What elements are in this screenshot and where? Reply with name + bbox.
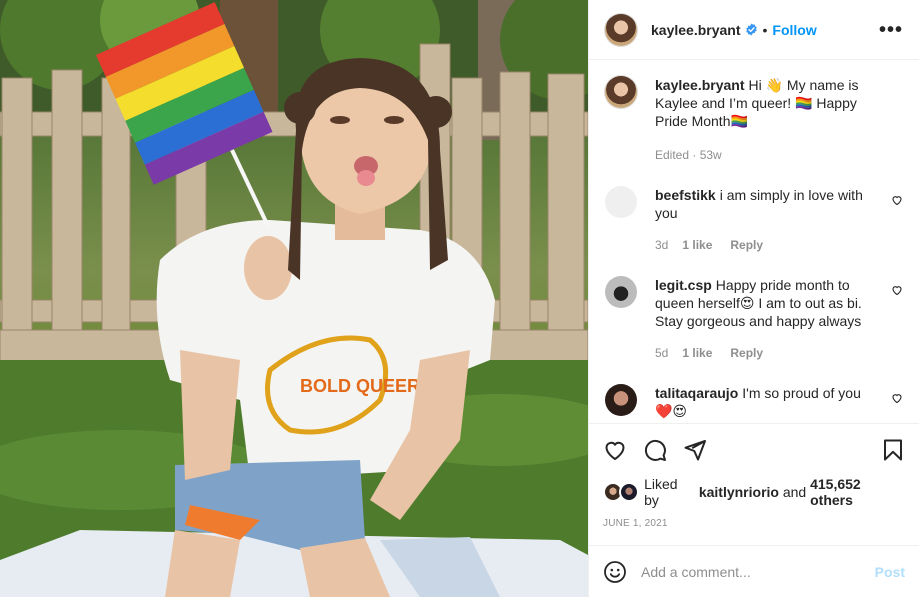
comment-likes[interactable]: 1 like <box>682 344 712 362</box>
post-comment-button[interactable]: Post <box>875 564 905 580</box>
caption-author[interactable]: kaylee.bryant <box>655 77 745 93</box>
author-username[interactable]: kaylee.bryant <box>651 22 741 38</box>
smiley-icon[interactable] <box>603 560 627 584</box>
comment-like-heart-icon[interactable] <box>891 194 903 206</box>
commenter-avatar[interactable] <box>605 276 637 308</box>
liker-avatars <box>603 482 640 502</box>
likes-count[interactable]: 415,652 others <box>810 476 905 508</box>
comment-item: talitaqaraujo I'm so proud of you ❤️😍 <box>605 384 903 420</box>
post-dialog: BOLD QUEER kaylee.bryant • Follow ••• ka… <box>0 0 919 597</box>
commenter-avatar[interactable] <box>605 186 637 218</box>
action-icons <box>603 436 905 464</box>
comment-item: beefstikk i am simply in love with you 3d… <box>605 186 903 254</box>
post-photo[interactable]: BOLD QUEER <box>0 0 588 597</box>
paper-plane-icon[interactable] <box>683 438 707 462</box>
comment-input[interactable] <box>641 563 875 580</box>
caption-author-avatar[interactable] <box>605 76 637 108</box>
comment-meta: 3d 1 like Reply <box>655 236 881 254</box>
comment-meta: 5d 1 like Reply <box>655 344 881 362</box>
commenter-username[interactable]: talitaqaraujo <box>655 385 738 401</box>
heart-icon[interactable] <box>603 438 627 462</box>
post-side-panel: kaylee.bryant • Follow ••• kaylee.bryant… <box>588 0 919 597</box>
post-header: kaylee.bryant • Follow ••• <box>589 0 919 60</box>
comment-age: 5d <box>655 346 669 360</box>
follow-button[interactable]: Follow <box>772 22 816 38</box>
comment-age: 3d <box>655 238 669 252</box>
separator-dot: • <box>762 21 768 38</box>
post-date[interactable]: JUNE 1, 2021 <box>603 518 905 529</box>
comment-item: legit.csp Happy pride month to queen hers… <box>605 276 903 362</box>
liked-by-user[interactable]: kaitlynriorio <box>699 484 779 500</box>
comment-like-heart-icon[interactable] <box>891 284 903 296</box>
comment-icon[interactable] <box>643 438 667 462</box>
liked-by-and: and <box>782 484 807 500</box>
verified-badge-icon <box>745 23 757 36</box>
liked-by-prefix: Liked by <box>644 476 678 508</box>
reply-button[interactable]: Reply <box>730 236 763 254</box>
reply-button[interactable]: Reply <box>730 344 763 362</box>
caption-meta: Edited · 53w <box>655 146 881 164</box>
comment-likes[interactable]: 1 like <box>682 236 712 254</box>
photo-illustration: BOLD QUEER <box>0 0 588 597</box>
shirt-text: BOLD QUEER <box>300 376 420 396</box>
commenter-avatar[interactable] <box>605 384 637 416</box>
author-avatar[interactable] <box>605 13 637 46</box>
more-options-icon[interactable]: ••• <box>879 20 903 40</box>
caption-edited: Edited · 53w <box>655 148 722 162</box>
comments-list[interactable]: kaylee.bryant Hi 👋 My name is Kaylee and … <box>589 60 919 423</box>
commenter-username[interactable]: beefstikk <box>655 187 716 203</box>
post-actions: Liked by kaitlynriorio and 415,652 other… <box>589 423 919 529</box>
post-caption: kaylee.bryant Hi 👋 My name is Kaylee and … <box>605 76 903 164</box>
comment-like-heart-icon[interactable] <box>891 392 903 404</box>
bookmark-icon[interactable] <box>881 438 905 462</box>
add-comment-bar: Post <box>589 545 919 597</box>
liked-by: Liked by kaitlynriorio and 415,652 other… <box>603 476 905 508</box>
commenter-username[interactable]: legit.csp <box>655 277 712 293</box>
